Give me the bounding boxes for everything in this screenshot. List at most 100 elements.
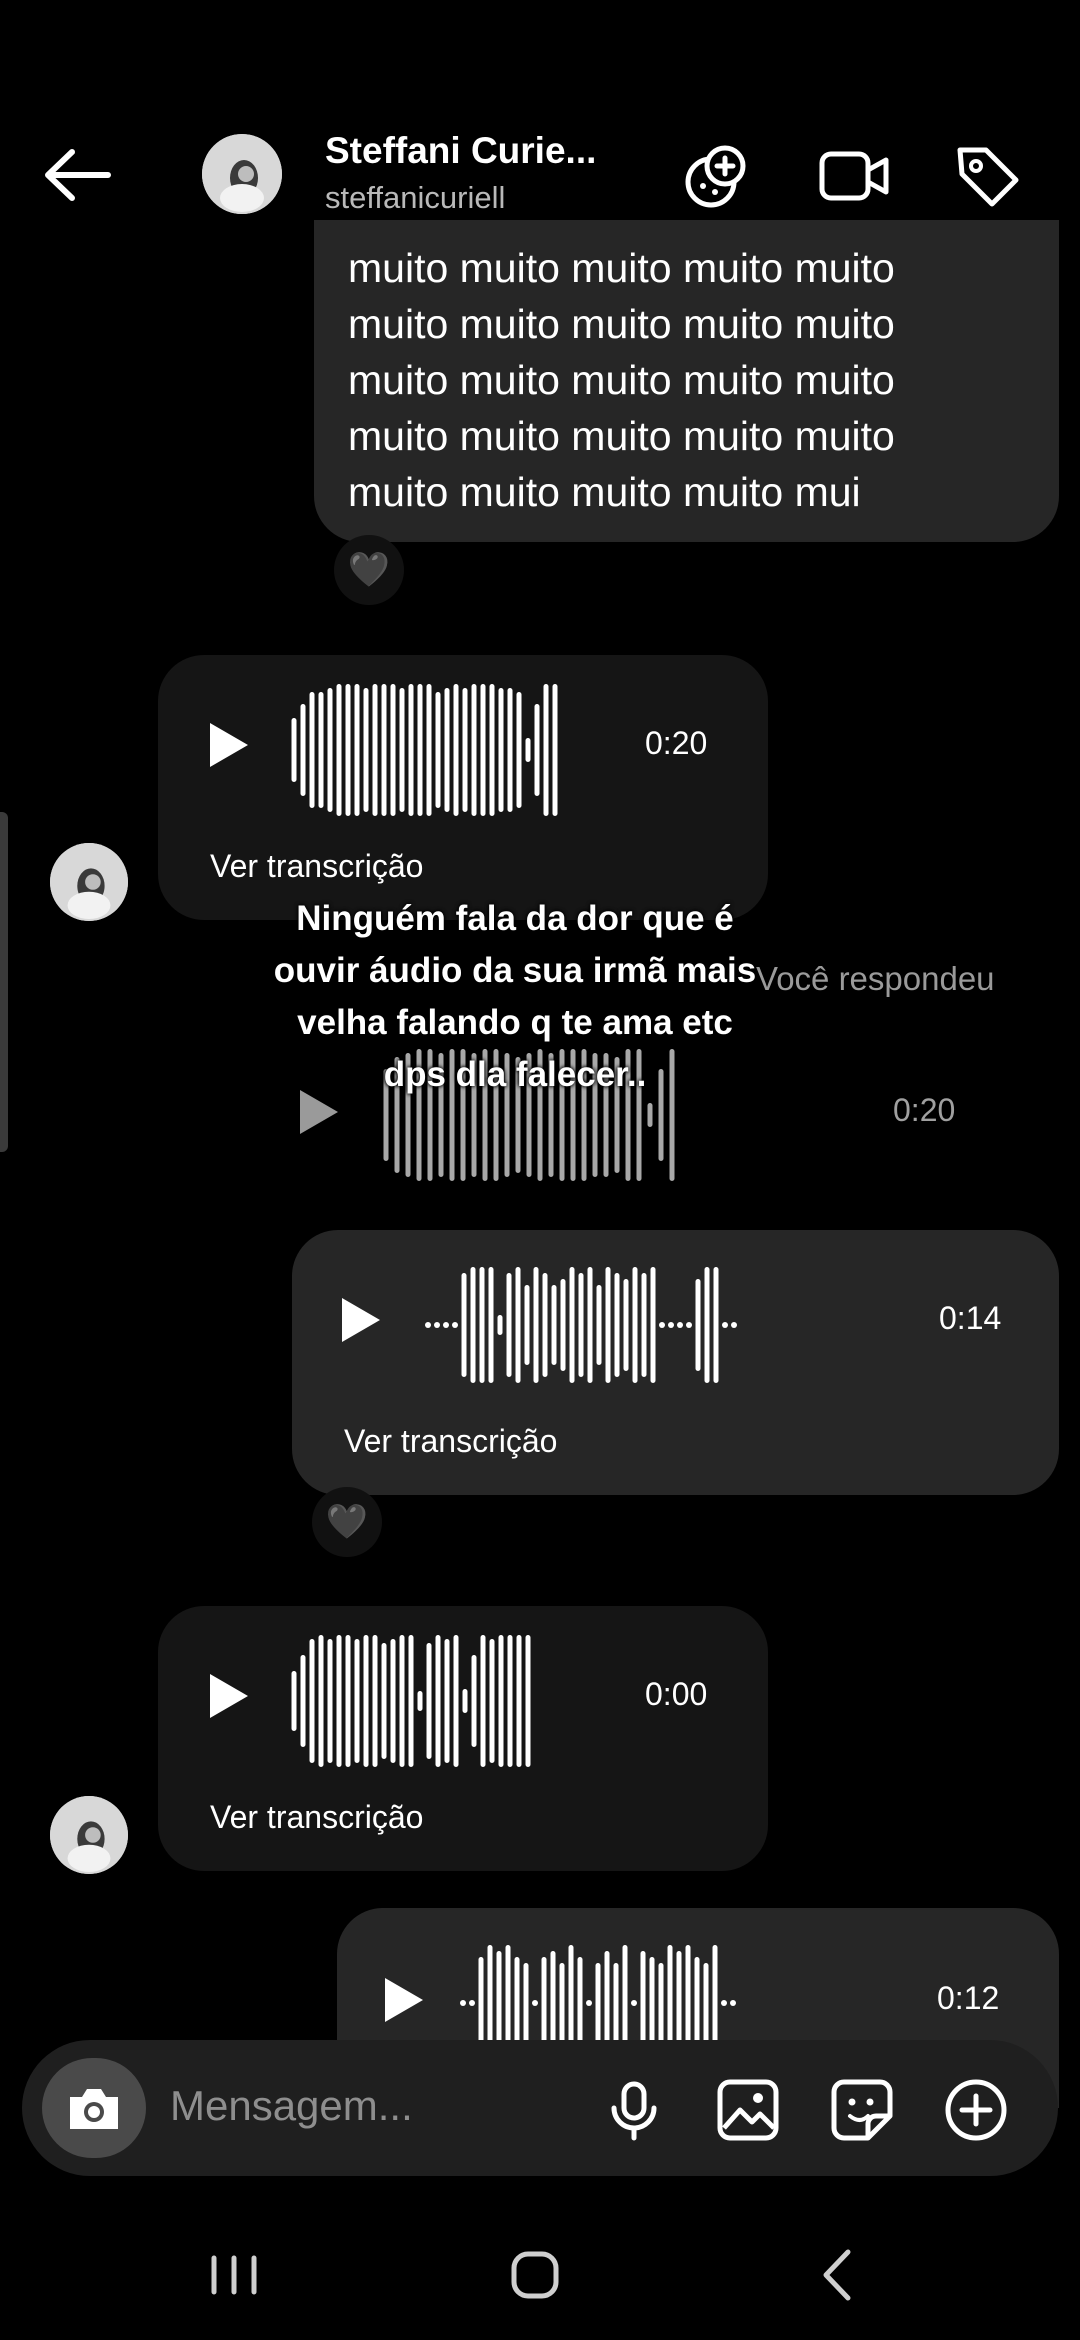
waveform-bar [453,1635,459,1767]
view-transcription-link[interactable]: Ver transcrição [210,848,423,885]
waveform-dot [668,1322,674,1328]
recents-icon[interactable] [184,2240,284,2310]
you-replied-label: Você respondeu [756,960,995,997]
gallery-icon[interactable] [716,2078,780,2142]
outgoing-text-message[interactable]: muito muito muito muito muito muito muit… [314,220,1059,542]
waveform-bar [300,704,306,796]
waveform-dot [434,1322,440,1328]
waveform-bar [309,1639,315,1763]
waveform-bar [408,1635,414,1767]
waveform-bar [595,1963,601,2043]
microphone-icon[interactable] [602,2078,666,2142]
waveform-bar [507,688,513,812]
waveform-bar [444,688,450,812]
add-icon[interactable] [944,2078,1008,2142]
contact-avatar-small[interactable] [50,843,128,921]
waveform-bar [514,1957,520,2049]
waveform-bar [390,684,396,816]
waveform-bar [525,738,531,762]
view-transcription-link[interactable]: Ver transcrição [344,1423,557,1460]
audio-waveform[interactable] [288,675,588,825]
message-input[interactable] [170,2082,590,2130]
waveform-bar [695,1279,701,1371]
waveform-bar [516,1635,522,1767]
audio-duration: 0:20 [645,725,708,761]
audio-duration: 0:00 [645,1676,708,1712]
video-call-icon[interactable] [816,138,892,214]
waveform-bar [489,684,495,816]
contact-avatar-small[interactable] [50,1796,128,1874]
waveform-dot [460,2000,466,2006]
audio-waveform[interactable] [422,1250,762,1400]
waveform-bar [569,1267,575,1383]
waveform-bar [559,1963,565,2043]
waveform-bar [647,1103,653,1127]
waveform-dot [443,1322,449,1328]
outgoing-audio-message[interactable]: 0:14 Ver transcrição [292,1230,1059,1495]
audio-waveform[interactable] [288,1626,588,1776]
home-icon[interactable] [485,2240,585,2310]
contact-name[interactable]: Steffani Curie... [325,130,596,172]
audio-duration: 0:20 [893,1092,956,1128]
waveform-bar [543,684,549,816]
waveform-bar [381,1643,387,1759]
nav-back-icon[interactable] [790,2240,890,2310]
play-icon[interactable] [342,1298,380,1342]
waveform-bar [515,1267,521,1383]
view-transcription-link[interactable]: Ver transcrição [210,1799,423,1836]
play-icon[interactable] [210,1674,248,1718]
play-icon[interactable] [385,1978,423,2022]
waveform-bar [372,1635,378,1767]
waveform-bar [291,718,297,782]
contact-username[interactable]: steffanicuriell [325,180,505,216]
waveform-bar [703,1963,709,2043]
play-icon[interactable] [210,723,248,767]
waveform-bar [390,1639,396,1763]
heart-reaction[interactable]: 🖤 [312,1487,382,1557]
back-arrow-icon[interactable] [40,140,120,210]
waveform-bar [578,1273,584,1377]
waveform-bar [399,688,405,812]
waveform-bar [713,1267,719,1383]
waveform-bar [587,1267,593,1383]
tag-icon[interactable] [950,138,1026,214]
waveform-bar [363,688,369,812]
waveform-dot [730,2000,736,2006]
waveform-dot [686,1322,692,1328]
waveform-bar [542,1273,548,1377]
caption-line: Ninguém fala da dor que é [296,899,734,938]
waveform-bar [534,704,540,796]
effects-icon[interactable] [681,138,757,214]
edge-panel-handle[interactable] [0,812,8,1152]
waveform-bar [300,1655,306,1747]
waveform-bar [507,1635,513,1767]
camera-icon [70,2089,118,2129]
contact-avatar[interactable] [202,134,282,214]
incoming-audio-message[interactable]: 0:20 Ver transcrição [158,655,768,920]
camera-button[interactable] [42,2058,146,2158]
waveform-bar [363,1635,369,1767]
waveform-bar [417,684,423,816]
incoming-audio-message[interactable]: 0:00 Ver transcrição [158,1606,768,1871]
waveform-bar [318,692,324,808]
heart-reaction[interactable]: 🖤 [334,535,404,605]
waveform-bar [525,1635,531,1767]
waveform-dot [721,2000,727,2006]
waveform-bar [381,684,387,816]
waveform-bar [480,684,486,816]
waveform-bar [354,684,360,816]
waveform-bar [318,1635,324,1767]
waveform-bar [498,688,504,812]
waveform-bar [354,1639,360,1763]
waveform-bar [623,1279,629,1371]
waveform-bar [345,1635,351,1767]
waveform-bar [408,684,414,816]
waveform-bar [506,1273,512,1377]
sticker-icon[interactable] [830,2078,894,2142]
waveform-bar [551,1285,557,1365]
waveform-bar [649,1957,655,2049]
waveform-bar [453,684,459,816]
waveform-bar [426,684,432,816]
waveform-dot [677,1322,683,1328]
waveform-bar [523,1963,529,2043]
